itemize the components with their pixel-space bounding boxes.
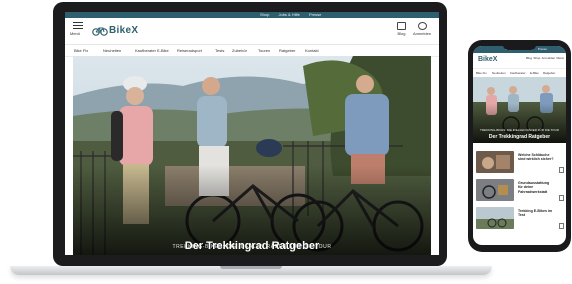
bookmark-icon[interactable] [559, 195, 564, 201]
phone-nav-item-bike-fix[interactable]: Bike Fix [476, 71, 487, 75]
nav-item-touren[interactable]: Touren [258, 48, 270, 53]
nav-item-kontakt[interactable]: Kontakt [305, 48, 319, 53]
phone-card[interactable]: Welche Schläuche sind wirklich sicher? [476, 151, 564, 175]
phone-card-title[interactable]: Grundausstattung für deine Fahrradwerkst… [518, 181, 554, 194]
topbar-link-shop[interactable]: Shop [260, 12, 269, 17]
phone-site-logo[interactable]: BikeX [478, 56, 497, 63]
phone-hero-kicker: TREKKING-BIKES: DIE IDEALEN RÄDER FÜR DI… [480, 128, 559, 132]
login-label: Anmelden [413, 31, 432, 36]
phone-nav-item-ebike[interactable]: E-Bike [530, 71, 539, 75]
phone-card-thumbnail [476, 179, 514, 201]
phone-nav-item-neuheiten[interactable]: Neuheiten [492, 71, 506, 75]
nav-item-kaufberater[interactable]: Kaufberater [135, 48, 156, 53]
bookmark-icon[interactable] [559, 167, 564, 173]
site-header: Menü BikeX Blog Anmelden [65, 18, 439, 45]
phone-card[interactable]: Trekking E-Bikes im Test [476, 207, 564, 231]
nav-item-reiseradsport[interactable]: Reiseradsport [177, 48, 202, 53]
hero-image[interactable]: TREKKING-BIKES: DIE IDEALEN RÄDER FÜR DI… [73, 56, 431, 255]
phone-nav-item-kaufberater[interactable]: Kaufberater [510, 71, 526, 75]
bookmark-icon[interactable] [559, 223, 564, 229]
phone-card-title[interactable]: Trekking E-Bikes im Test [518, 209, 554, 218]
phone-user-icon[interactable]: Anmelden [542, 56, 556, 60]
login-button[interactable]: Anmelden [413, 22, 431, 36]
user-icon [417, 22, 427, 30]
phone-header-icons: Blog Shop Anmelden Menü [526, 56, 564, 60]
nav-item-ebike[interactable]: E-Bike [157, 48, 169, 53]
topbar-link-jobs[interactable]: Jobs & Hilfe [278, 12, 299, 17]
phone-blog-icon[interactable]: Blog [526, 56, 532, 60]
menu-label[interactable]: Menü [70, 31, 80, 36]
hero-photo-cyclists [73, 56, 431, 255]
blog-button[interactable]: Blog [397, 22, 406, 36]
site-logo[interactable]: BikeX [109, 25, 138, 36]
hero-title[interactable]: Der Trekkingrad Ratgeber [65, 240, 439, 252]
blog-icon [397, 22, 406, 30]
phone-nav-item-ratgeber[interactable]: Ratgeber [543, 71, 555, 75]
nav-item-ratgeber[interactable]: Ratgeber [279, 48, 295, 53]
phone-card-title[interactable]: Welche Schläuche sind wirklich sicher? [518, 153, 554, 162]
phone-notch [503, 45, 536, 50]
phone-card-thumbnail [476, 207, 514, 229]
blog-label: Blog [397, 31, 406, 36]
phone-hero-title[interactable]: Der Trekkingrad Ratgeber [473, 134, 566, 140]
phone-card[interactable]: Grundausstattung für deine Fahrradwerkst… [476, 179, 564, 203]
phone-menu-icon[interactable]: Menü [556, 56, 564, 60]
laptop-notch [220, 266, 282, 269]
bicycle-logo-icon[interactable] [92, 26, 108, 36]
phone-shop-icon[interactable]: Shop [533, 56, 540, 60]
nav-item-neuheiten[interactable]: Neuheiten [103, 48, 121, 53]
topbar-link-presse[interactable]: Presse [309, 12, 321, 17]
phone-screen: Shop Jobs & Hilfe Presse BikeX Blog Shop… [473, 46, 566, 245]
nav-item-tests[interactable]: Tests [215, 48, 224, 53]
phone-topbar-link-presse[interactable]: Presse [538, 47, 547, 51]
phone-card-thumbnail [476, 151, 514, 173]
nav-item-zubehoer[interactable]: Zubehör [232, 48, 247, 53]
nav-item-bike-fix[interactable]: Bike Fix [74, 48, 88, 53]
hamburger-icon[interactable] [73, 22, 83, 31]
laptop-screen: Shop Jobs & Hilfe Presse Menü BikeX Blog… [65, 12, 439, 255]
